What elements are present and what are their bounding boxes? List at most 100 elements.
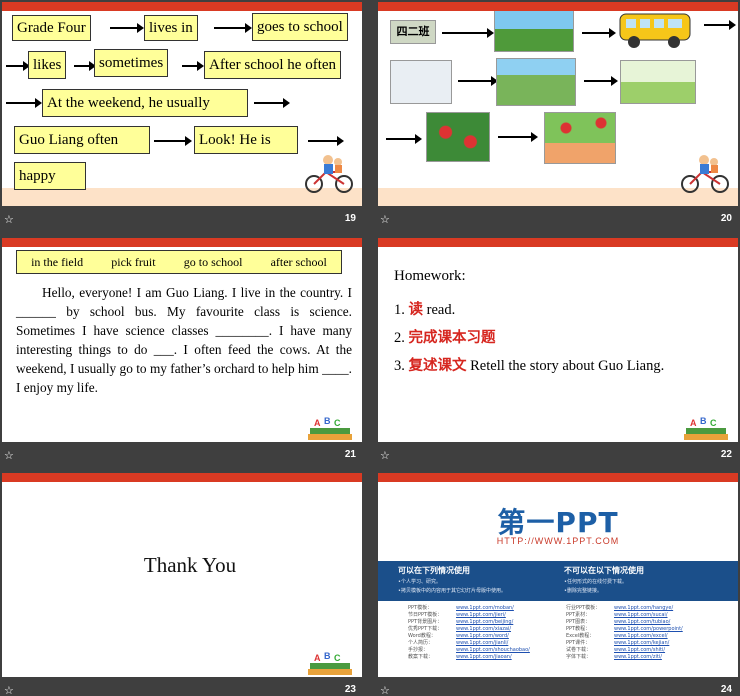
arrow [498, 132, 538, 142]
fruit-tree-picture [426, 112, 490, 162]
slide-thumbnail-21[interactable]: in the field pick fruit go to school aft… [0, 236, 364, 468]
star-icon[interactable]: ☆ [380, 449, 390, 462]
word-bank-item: after school [270, 255, 327, 269]
arrow [458, 76, 498, 86]
link-row[interactable]: 试卷下载： www.1ppt.com/shiti/ [566, 647, 726, 654]
slide-canvas: in the field pick fruit go to school aft… [2, 238, 362, 442]
star-icon[interactable]: ☆ [4, 213, 14, 226]
arrow [6, 61, 30, 71]
link-row[interactable]: 字体下载： www.1ppt.com/ziti/ [566, 654, 726, 661]
allowed-item: •个人学习、研究。 [398, 579, 441, 585]
phrase-box: happy [14, 162, 86, 190]
class-sign: 四二班 [390, 20, 436, 44]
slide-canvas: 第一PPT HTTP://WWW.1PPT.COM 可以在下列情况使用 •个人学… [378, 473, 738, 677]
link-row[interactable]: PPT教程： www.1ppt.com/powerpoint/ [566, 626, 726, 633]
slide-number: 23 [344, 684, 356, 695]
link-row[interactable]: Word教程： www.1ppt.com/word/ [408, 633, 558, 640]
link-row[interactable]: 教案下载： www.1ppt.com/jiaoan/ [408, 654, 558, 661]
slide-thumbnail-20[interactable]: 四二班 ☆ 20 [376, 0, 740, 232]
slide-canvas: 四二班 [378, 2, 738, 206]
title-bar [2, 473, 362, 482]
slide-number: 19 [344, 213, 356, 224]
slide-thumbnail-22[interactable]: Homework: 1. 读 read. 2. 完成课本习题 3. 复述课文 R… [376, 236, 740, 468]
svg-text:A: A [690, 418, 697, 428]
word-bank: in the field pick fruit go to school aft… [16, 250, 342, 274]
arrow [214, 23, 252, 33]
picking-fruit-picture [544, 112, 616, 164]
phrase-box: goes to school [252, 13, 348, 41]
link-row[interactable]: PPT素材： www.1ppt.com/sucai/ [566, 612, 726, 619]
arrow [584, 76, 618, 86]
slide-thumbnail-23[interactable]: Thank You A B C ☆ 23 [0, 471, 364, 696]
homework-item-3: 3. 复述课文 Retell the story about Guo Liang… [394, 358, 665, 374]
arrow [386, 134, 422, 144]
allowed-item: •拷贝模板中的内容用于其它幻灯片母版中使用。 [398, 588, 506, 594]
link-row[interactable]: Excel教程： www.1ppt.com/excel/ [566, 633, 726, 640]
arrow [110, 23, 144, 33]
school-bus-icon [619, 13, 691, 48]
slide-number: 24 [720, 684, 732, 695]
slide-footer: ☆ 19 [0, 206, 364, 232]
svg-text:B: B [324, 651, 331, 661]
link-row[interactable]: 个人简历： www.1ppt.com/jianli/ [408, 640, 558, 647]
link-row[interactable]: PPT课件： www.1ppt.com/kejian/ [566, 640, 726, 647]
slide-thumbnail-24[interactable]: 第一PPT HTTP://WWW.1PPT.COM 可以在下列情况使用 •个人学… [376, 471, 740, 696]
arrow [74, 61, 96, 71]
link-row[interactable]: PPT图表： www.1ppt.com/tubiao/ [566, 619, 726, 626]
allowed-title: 可以在下列情况使用 [398, 566, 470, 575]
link-row[interactable]: 手抄报： www.1ppt.com/shouchaobao/ [408, 647, 558, 654]
links-left: PPT模板： www.1ppt.com/moban/ 节日PPT模板： www.1p… [408, 605, 558, 661]
arrow [704, 20, 736, 30]
slide-canvas: Homework: 1. 读 read. 2. 完成课本习题 3. 复述课文 R… [378, 238, 738, 442]
title-bar [2, 2, 362, 11]
phrase-box: At the weekend, he usually [42, 89, 248, 117]
abc-books-icon: A B C [308, 651, 352, 675]
star-icon[interactable]: ☆ [4, 684, 14, 696]
star-icon[interactable]: ☆ [380, 213, 390, 226]
title-bar [378, 2, 738, 11]
phrase-box: lives in [144, 15, 198, 41]
arrow [442, 28, 494, 38]
star-icon[interactable]: ☆ [380, 684, 390, 696]
abc-books-icon: A B C [308, 416, 352, 440]
thank-you-text: Thank You [143, 553, 237, 577]
abc-books-icon: A B C [684, 416, 728, 440]
arrow [582, 28, 616, 38]
arrow [154, 136, 192, 146]
word-bank-item: in the field [31, 255, 84, 269]
homework-item-1: 1. 读 read. [394, 302, 456, 318]
arrow [182, 61, 204, 71]
slide-thumbnail-19[interactable]: Grade Four lives in goes to school likes… [0, 0, 364, 232]
slide-number: 22 [720, 449, 732, 460]
link-row[interactable]: 行业PPT模板： www.1ppt.com/hangye/ [566, 605, 726, 612]
forbidden-title: 不可以在以下情况使用 [564, 566, 644, 575]
bike-clipart-icon [681, 155, 729, 193]
arrow [308, 136, 344, 146]
slide-footer: ☆ 24 [376, 677, 740, 696]
science-class-picture [390, 60, 452, 104]
star-icon[interactable]: ☆ [4, 449, 14, 462]
slide-canvas: Grade Four lives in goes to school likes… [2, 2, 362, 206]
slide-footer: ☆ 22 [376, 442, 740, 468]
svg-text:B: B [324, 416, 331, 426]
svg-text:B: B [700, 416, 707, 426]
title-bar [378, 473, 738, 482]
slide-footer: ☆ 20 [376, 206, 740, 232]
slide-number: 20 [720, 213, 732, 224]
brand-url: HTTP://WWW.1PPT.COM [496, 536, 620, 546]
phrase-box: likes [28, 51, 67, 79]
feed-cows-picture [620, 60, 696, 104]
link-row[interactable]: PPT背景图片： www.1ppt.com/beijing/ [408, 619, 558, 626]
svg-text:C: C [334, 653, 341, 663]
link-row[interactable]: 节日PPT模板： www.1ppt.com/jieri/ [408, 612, 558, 619]
story-paragraph: Hello, everyone! I am Guo Liang. I live … [16, 285, 352, 395]
link-row[interactable]: PPT模板： www.1ppt.com/moban/ [408, 605, 558, 612]
svg-text:C: C [710, 418, 717, 428]
svg-text:A: A [314, 653, 321, 663]
links-right: 行业PPT模板： www.1ppt.com/hangye/ PPT素材： www.1… [566, 605, 726, 661]
phrase-box: Grade Four [12, 15, 91, 41]
slide-number: 21 [344, 449, 356, 460]
forbidden-item: •任何形式的在线付费下载。 [564, 579, 627, 585]
title-bar [2, 238, 362, 247]
link-row[interactable]: 优秀PPT下载： www.1ppt.com/xiazai/ [408, 626, 558, 633]
